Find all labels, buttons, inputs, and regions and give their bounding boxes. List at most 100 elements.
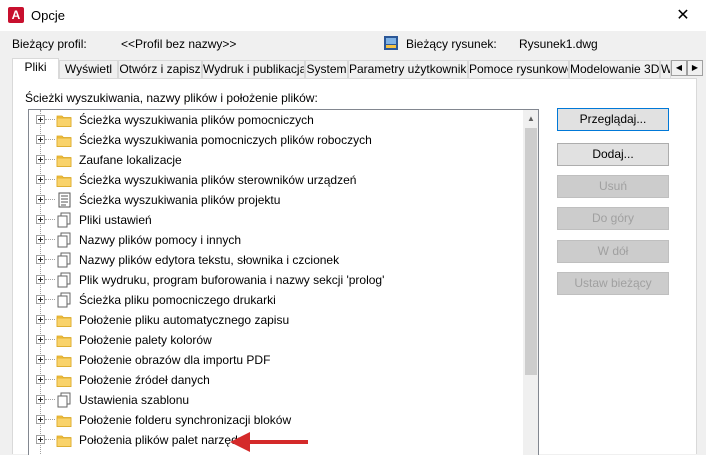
annotation-arrow-icon [230, 432, 308, 452]
set-current-button[interactable]: Ustaw bieżący [557, 272, 669, 295]
tab-modelowanie-3d[interactable]: Modelowanie 3D [569, 60, 660, 78]
profile-row: Bieżący profil: <<Profil bez nazwy>> Bie… [0, 33, 706, 55]
tree-item[interactable]: Nazwy plików pomocy i innych [29, 230, 523, 250]
tree-connector [45, 339, 55, 340]
expand-plus-icon[interactable] [36, 415, 45, 424]
tab-system[interactable]: System [305, 60, 348, 78]
tree-item[interactable]: Ścieżka wyszukiwania plików sterowników … [29, 170, 523, 190]
tree-item-label: Pliki ustawień [79, 213, 152, 227]
folder-icon [56, 352, 72, 368]
expand-plus-icon[interactable] [36, 175, 45, 184]
files-icon [56, 232, 72, 248]
tab-pliki[interactable]: Pliki [12, 58, 59, 79]
tree-item-label: Ścieżka wyszukiwania plików sterowników … [79, 173, 357, 187]
current-profile-value: <<Profil bez nazwy>> [121, 37, 237, 51]
folder-icon [56, 312, 72, 328]
tree-item-label: Plik wydruku, program buforowania i nazw… [79, 273, 385, 287]
browse-button[interactable]: Przeglądaj... [557, 108, 669, 131]
expand-plus-icon[interactable] [36, 315, 45, 324]
tree-item[interactable]: Ścieżka pliku pomocniczego drukarki [29, 290, 523, 310]
expand-plus-icon[interactable] [36, 215, 45, 224]
scroll-thumb[interactable] [525, 128, 537, 375]
tree-item[interactable]: Położenie palety kolorów [29, 330, 523, 350]
current-profile-label: Bieżący profil: [12, 37, 87, 51]
tab-scroll-left-button[interactable]: ◀ [671, 60, 687, 76]
expand-plus-icon[interactable] [36, 115, 45, 124]
tree-item-label: Nazwy plików edytora tekstu, słownika i … [79, 253, 340, 267]
autocad-logo-icon: A [8, 7, 24, 23]
remove-button[interactable]: Usuń [557, 175, 669, 198]
tree-connector [45, 219, 55, 220]
close-button[interactable]: ✕ [660, 0, 706, 31]
title-bar: A Opcje ✕ [0, 0, 706, 31]
tree-item[interactable]: Ścieżka wyszukiwania plików projektu [29, 190, 523, 210]
tree-item[interactable]: Pliki ustawień [29, 210, 523, 230]
tree-item[interactable]: Położenie pliku automatycznego zapisu [29, 310, 523, 330]
tree-connector [45, 179, 55, 180]
expand-plus-icon[interactable] [36, 435, 45, 444]
tab-strip: Pliki Wyświetl Otwórz i zapisz Wydruk i … [12, 58, 704, 79]
tree-connector [45, 199, 55, 200]
expand-plus-icon[interactable] [36, 155, 45, 164]
tree-connector [45, 359, 55, 360]
expand-plus-icon[interactable] [36, 235, 45, 244]
files-icon [56, 212, 72, 228]
expand-plus-icon[interactable] [36, 375, 45, 384]
tree-item-label: Ścieżka wyszukiwania plików projektu [79, 193, 281, 207]
folder-icon [56, 432, 72, 448]
expand-plus-icon[interactable] [36, 275, 45, 284]
tree-item[interactable]: Ścieżka wyszukiwania pomocniczych plików… [29, 130, 523, 150]
tree-vertical-scrollbar[interactable]: ▲ [523, 110, 538, 455]
expand-plus-icon[interactable] [36, 135, 45, 144]
folder-icon [56, 112, 72, 128]
tree-connector [45, 439, 55, 440]
tab-wydruk-i-publikacja[interactable]: Wydruk i publikacja [202, 60, 305, 78]
search-paths-tree[interactable]: Ścieżka wyszukiwania plików pomocniczych… [28, 109, 539, 455]
tree-item-label: Położenia plików palet narzędzi [79, 433, 247, 447]
tab-wyswietl[interactable]: Wyświetl [59, 60, 118, 78]
folder-icon [56, 332, 72, 348]
tree-item[interactable]: Ścieżka wyszukiwania plików pomocniczych [29, 110, 523, 130]
expand-plus-icon[interactable] [36, 295, 45, 304]
tree-item-label: Położenie folderu synchronizacji bloków [79, 413, 292, 427]
tab-pomoce-rysunkowe[interactable]: Pomoce rysunkowe [468, 60, 569, 78]
tree-item[interactable]: Położenie obrazów dla importu PDF [29, 350, 523, 370]
tree-connector [45, 399, 55, 400]
tree-item[interactable]: Zaufane lokalizacje [29, 150, 523, 170]
tree-item-label: Ścieżka wyszukiwania plików pomocniczych [79, 113, 314, 127]
tree-connector [45, 159, 55, 160]
files-icon [56, 272, 72, 288]
move-down-button[interactable]: W dół [557, 240, 669, 263]
tab-parametry-uzytkownika[interactable]: Parametry użytkownika [348, 60, 468, 78]
files-icon [56, 292, 72, 308]
tab-otworz-i-zapisz[interactable]: Otwórz i zapisz [118, 60, 202, 78]
expand-plus-icon[interactable] [36, 355, 45, 364]
current-drawing-value: Rysunek1.dwg [519, 37, 598, 51]
tree-connector [45, 279, 55, 280]
tree-connector [45, 319, 55, 320]
expand-plus-icon[interactable] [36, 255, 45, 264]
scroll-up-icon[interactable]: ▲ [523, 110, 538, 127]
tree-item[interactable]: Ustawienia szablonu [29, 390, 523, 410]
tree-connector [45, 139, 55, 140]
tab-scroll-right-button[interactable]: ▶ [687, 60, 703, 76]
expand-plus-icon[interactable] [36, 335, 45, 344]
drawing-icon [384, 36, 398, 50]
tab-partial[interactable]: W [660, 60, 671, 78]
tree-item[interactable]: Plik wydruku, program buforowania i nazw… [29, 270, 523, 290]
expand-plus-icon[interactable] [36, 395, 45, 404]
tree-connector [45, 239, 55, 240]
folder-icon [56, 152, 72, 168]
tree-item-label: Ustawienia szablonu [79, 393, 190, 407]
move-up-button[interactable]: Do góry [557, 207, 669, 230]
tree-item[interactable]: Położenie folderu synchronizacji bloków [29, 410, 523, 430]
tree-item-label: Ścieżka wyszukiwania pomocniczych plików… [79, 133, 372, 147]
expand-plus-icon[interactable] [36, 195, 45, 204]
add-button[interactable]: Dodaj... [557, 143, 669, 166]
tree-item[interactable]: Nazwy plików edytora tekstu, słownika i … [29, 250, 523, 270]
folder-icon [56, 372, 72, 388]
files-icon [56, 252, 72, 268]
tree-item[interactable]: Położenie źródeł danych [29, 370, 523, 390]
tree-connector [45, 419, 55, 420]
project-file-icon [56, 192, 72, 208]
